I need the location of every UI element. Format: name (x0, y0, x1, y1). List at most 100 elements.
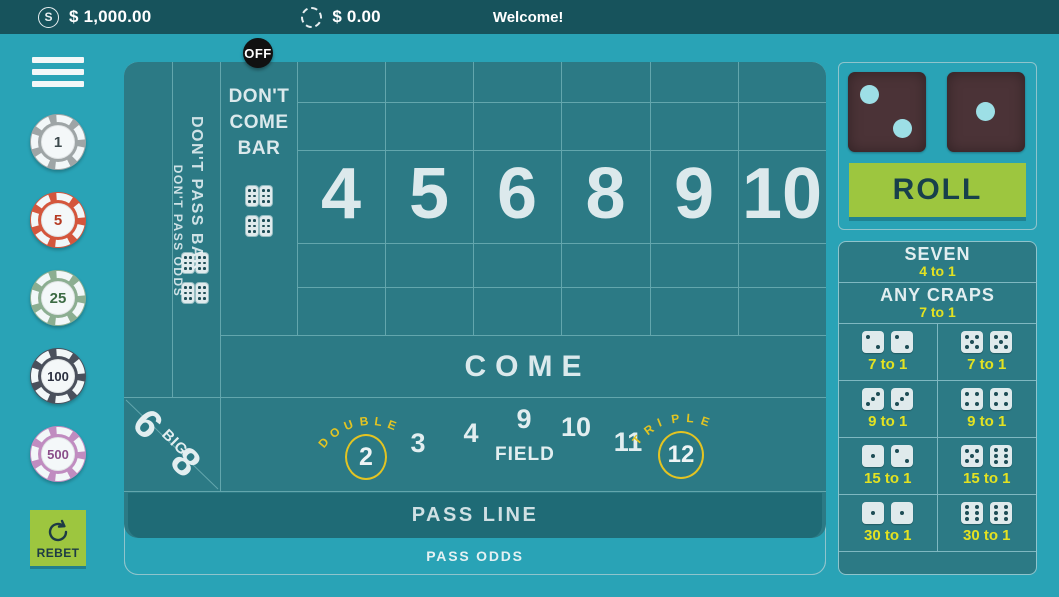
hard-10-bet[interactable]: 7 to 1 (937, 324, 1036, 381)
eleven-bet[interactable]: 15 to 1 (937, 438, 1036, 495)
chip-100[interactable]: 100 (30, 348, 86, 404)
die-face-6b (196, 253, 208, 273)
die-face-4 (990, 388, 1013, 410)
die-face-6 (990, 445, 1013, 467)
chip-icon (301, 6, 323, 28)
twelve-bet[interactable]: 30 to 1 (937, 495, 1036, 552)
rebet-label: REBET (36, 545, 80, 560)
chip-5[interactable]: 5 (30, 192, 86, 248)
two-odds: 30 to 1 (863, 527, 912, 544)
field-number-4[interactable]: 4 (453, 418, 489, 449)
chip-500[interactable]: 500 (30, 426, 86, 482)
point-number-10[interactable]: 10 (738, 158, 826, 230)
point-number-5[interactable]: 5 (385, 158, 473, 230)
die-face-3 (891, 388, 914, 410)
gridline-h-4 (297, 287, 826, 288)
proposition-bets-panel: SEVEN 4 to 1 ANY CRAPS 7 to 1 7 to 1 7 t… (838, 241, 1037, 575)
dont-come-bar-dice-1 (246, 186, 272, 206)
point-number-9[interactable]: 9 (650, 158, 738, 230)
die-face-2 (862, 331, 885, 353)
die-face-dc6b (260, 186, 272, 206)
any-craps-bet-name: ANY CRAPS (880, 285, 995, 305)
seven-bet[interactable]: SEVEN 4 to 1 (839, 242, 1036, 283)
message-area: Welcome! (493, 9, 564, 26)
die-pip (860, 85, 879, 104)
gridline-h-2 (297, 150, 826, 151)
pass-line-bet[interactable]: PASS LINE (128, 493, 822, 538)
hard-10-odds: 7 to 1 (967, 356, 1007, 373)
die-face-2 (891, 331, 914, 353)
prop-row-3: 15 to 1 15 to 1 (839, 438, 1036, 495)
craps-game-screen: S $ 1,000.00 $ 0.00 Welcome! 1 5 25 100 … (0, 0, 1059, 597)
bet-amount: $ 0.00 (332, 7, 381, 26)
balance-amount: $ 1,000.00 (69, 7, 152, 26)
die-face-6a (182, 253, 194, 273)
three-bet[interactable]: 15 to 1 (839, 438, 938, 495)
die-pip (976, 102, 995, 121)
field-triple-12-circle[interactable]: 12 (658, 431, 704, 479)
hard-8-odds: 9 to 1 (967, 413, 1007, 430)
hard-6-bet[interactable]: 9 to 1 (839, 381, 938, 438)
field-double-2-circle[interactable]: 2 (345, 434, 387, 480)
hard-6-odds: 9 to 1 (868, 413, 908, 430)
rebet-button[interactable]: REBET (30, 510, 86, 566)
field-number-9[interactable]: 9 (506, 404, 542, 435)
prop-row-4: 30 to 1 30 to 1 (839, 495, 1036, 552)
chip-5-value: 5 (41, 203, 75, 237)
any-craps-bet[interactable]: ANY CRAPS 7 to 1 (839, 283, 1036, 324)
die-face-dc6d (260, 216, 272, 236)
field-number-10[interactable]: 10 (556, 412, 596, 443)
seven-bet-name: SEVEN (904, 244, 971, 264)
twelve-odds: 30 to 1 (962, 527, 1011, 544)
dollar-circle-icon: S (38, 6, 59, 28)
die-face-5 (961, 445, 984, 467)
die-face-1 (891, 502, 914, 524)
pass-odds-bet[interactable]: PASS ODDS (124, 538, 826, 575)
hard-8-bet[interactable]: 9 to 1 (937, 381, 1036, 438)
gridline-h-3 (297, 243, 826, 244)
twelve-dice (961, 502, 1013, 524)
two-bet[interactable]: 30 to 1 (839, 495, 938, 552)
hamburger-menu-icon[interactable] (32, 52, 84, 92)
menu-bar-1 (32, 57, 84, 63)
dont-pass-bar-dice-2 (182, 283, 208, 303)
rolled-die-left (848, 72, 926, 152)
menu-bar-3 (32, 81, 84, 87)
chip-25-value: 25 (41, 281, 75, 315)
chip-25[interactable]: 25 (30, 270, 86, 326)
die-face-4 (961, 388, 984, 410)
roll-button[interactable]: ROLL (849, 163, 1026, 217)
chip-1[interactable]: 1 (30, 114, 86, 170)
point-number-4[interactable]: 4 (297, 158, 385, 230)
dont-come-bar-label[interactable]: DON'T COME BAR (225, 84, 293, 162)
top-status-bar: S $ 1,000.00 $ 0.00 Welcome! (0, 0, 1059, 34)
hard-4-odds: 7 to 1 (868, 356, 908, 373)
welcome-message: Welcome! (492, 8, 564, 26)
eleven-odds: 15 to 1 (962, 470, 1011, 487)
point-number-6[interactable]: 6 (473, 158, 561, 230)
two-dice (862, 502, 914, 524)
menu-bar-2 (32, 69, 84, 75)
seven-bet-odds: 4 to 1 (919, 263, 956, 279)
point-puck-off[interactable]: OFF (243, 38, 273, 68)
eleven-dice (961, 445, 1013, 467)
hard-8-dice (961, 388, 1013, 410)
dont-come-bar-dice-2 (246, 216, 272, 236)
rolled-die-right (947, 72, 1025, 152)
big-6-8-area[interactable]: 6 BIG 8 (124, 398, 220, 491)
field-number-3[interactable]: 3 (400, 428, 436, 459)
prop-row-2: 9 to 1 9 to 1 (839, 381, 1036, 438)
left-rail: 1 5 25 100 500 REBET (22, 52, 102, 582)
die-face-2 (891, 445, 914, 467)
chip-100-value: 100 (41, 359, 75, 393)
gridline-h-come-top (220, 335, 826, 336)
die-face-5 (990, 331, 1013, 353)
point-number-8[interactable]: 8 (561, 158, 650, 230)
die-pip (893, 119, 912, 138)
gridline-h-1 (297, 102, 826, 103)
die-face-6d (196, 283, 208, 303)
come-label[interactable]: COME (220, 350, 826, 384)
hard-4-bet[interactable]: 7 to 1 (839, 324, 938, 381)
die-face-1 (862, 502, 885, 524)
gridline-h-field-bottom (124, 491, 826, 492)
